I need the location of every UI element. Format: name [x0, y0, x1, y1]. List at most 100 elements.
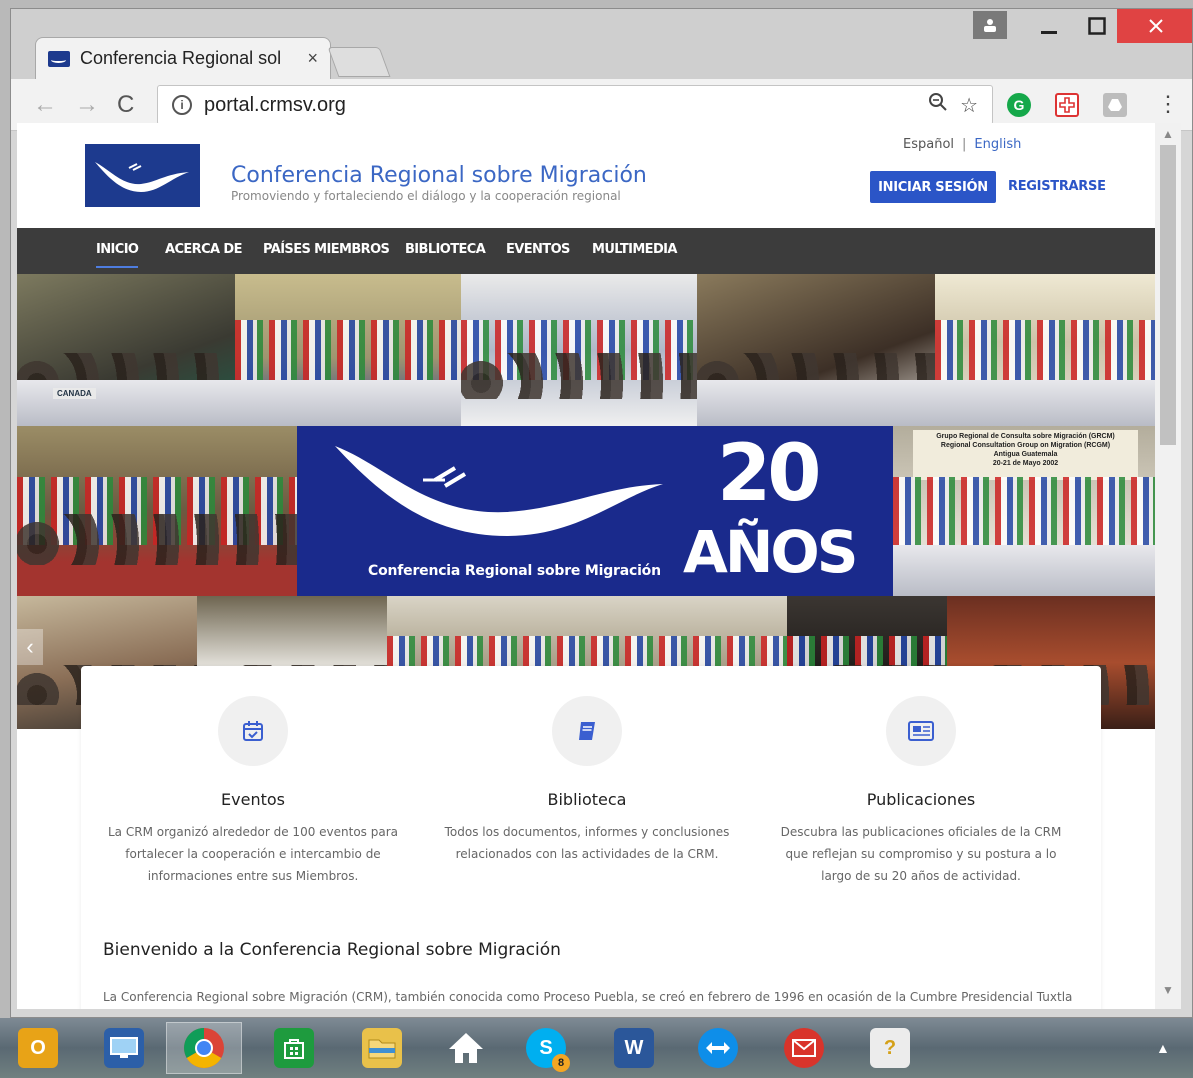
nav-item-acerca-de[interactable]: ACERCA DE: [165, 242, 243, 257]
maximize-button[interactable]: [1075, 9, 1119, 43]
canada-name-plate: CANADA: [53, 388, 96, 399]
feature-description: La CRM organizó alrededor de 100 eventos…: [108, 825, 398, 883]
language-switcher: Español | English: [903, 137, 1021, 152]
zoom-icon[interactable]: [928, 92, 948, 118]
scroll-thumb[interactable]: [1160, 145, 1176, 445]
browser-menu-icon[interactable]: ⋮: [1157, 91, 1179, 117]
feature-title[interactable]: Eventos: [93, 790, 413, 809]
browser-tab[interactable]: Conferencia Regional sol ×: [35, 37, 331, 79]
feature-description: Descubra las publicaciones oficiales de …: [780, 825, 1062, 883]
teamviewer-icon: [698, 1028, 738, 1068]
site-info-icon[interactable]: i: [172, 95, 192, 115]
reload-icon[interactable]: C: [117, 91, 134, 119]
folder-glyph-icon: [368, 1039, 396, 1059]
photo-table: [17, 380, 235, 426]
feature-title[interactable]: Publicaciones: [761, 790, 1081, 809]
photo-flags: [935, 319, 1165, 381]
maximize-icon: [1088, 17, 1106, 35]
content-card: Eventos La CRM organizó alrededor de 100…: [81, 666, 1101, 1009]
taskbar-help[interactable]: ?: [852, 1022, 928, 1074]
language-spanish-link[interactable]: Español: [903, 137, 954, 152]
meeting-photo: CANADA: [17, 274, 235, 426]
nav-item-inicio[interactable]: INICIO: [96, 242, 139, 268]
feature-icon-circle[interactable]: [218, 696, 288, 766]
user-profile-icon[interactable]: [973, 11, 1007, 39]
outlook-icon: O: [18, 1028, 58, 1068]
crm-swoosh-logo-icon: [95, 162, 189, 192]
grammarly-extension-icon[interactable]: G: [1007, 93, 1031, 117]
feature-icon-circle[interactable]: [552, 696, 622, 766]
book-icon: [579, 722, 595, 740]
site-title[interactable]: Conferencia Regional sobre Migración: [231, 163, 647, 188]
nav-item-biblioteca[interactable]: BIBLIOTECA: [405, 242, 486, 257]
nav-item-multimedia[interactable]: MULTIMEDIA: [592, 242, 677, 257]
scroll-up-arrow-icon[interactable]: ▲: [1162, 127, 1174, 141]
photo-people: [17, 514, 297, 566]
sign-line: Grupo Regional de Consulta sobre Migraci…: [936, 433, 1115, 440]
address-bar[interactable]: i portal.crmsv.org ☆: [157, 85, 993, 125]
close-window-button[interactable]: [1117, 9, 1192, 43]
photo-table: [935, 380, 1165, 426]
login-button[interactable]: INICIAR SESIÓN: [870, 171, 996, 203]
minimize-icon: [1041, 31, 1057, 34]
home-icon: [449, 1033, 483, 1063]
puzzle-extension-icon[interactable]: [1055, 93, 1079, 117]
crm-logo[interactable]: [85, 144, 200, 207]
language-english-link[interactable]: English: [974, 137, 1021, 152]
hero-slider[interactable]: CANADA Grupo Regional de Consulta sobre …: [17, 274, 1165, 729]
taskbar-word[interactable]: W: [596, 1022, 672, 1074]
taskbar-mail[interactable]: [766, 1022, 842, 1074]
help-icon: ?: [870, 1028, 910, 1068]
tab-close-icon[interactable]: ×: [307, 48, 318, 69]
word-icon: W: [614, 1028, 654, 1068]
tray-expand-arrow-icon[interactable]: ▲: [1156, 1040, 1170, 1056]
minimize-button[interactable]: [1027, 9, 1071, 43]
welcome-paragraph: La Conferencia Regional sobre Migración …: [103, 990, 1073, 1004]
feature-description: Todos los documentos, informes y conclus…: [444, 825, 730, 861]
back-arrow-icon[interactable]: ←: [33, 91, 57, 119]
photo-table: [235, 380, 461, 426]
taskbar-store[interactable]: [256, 1022, 332, 1074]
drive-extension-icon[interactable]: [1103, 93, 1127, 117]
forward-arrow-icon[interactable]: →: [75, 91, 99, 119]
site-header: Conferencia Regional sobre Migración Pro…: [17, 123, 1165, 228]
sign-line: Regional Consultation Group on Migration…: [940, 442, 1111, 449]
flags-photo: [235, 274, 461, 426]
taskbar-file-explorer[interactable]: [344, 1022, 420, 1074]
cross-shape-icon: [1059, 97, 1075, 113]
taskbar-home[interactable]: [428, 1022, 504, 1074]
page-viewport: Conferencia Regional sobre Migración Pro…: [17, 123, 1165, 1009]
taskbar-remote-desktop[interactable]: [86, 1022, 162, 1074]
url-text[interactable]: portal.crmsv.org: [204, 94, 916, 117]
taskbar-skype[interactable]: S 8: [508, 1022, 584, 1074]
store-bag-icon: [284, 1039, 304, 1059]
scroll-down-arrow-icon[interactable]: ▼: [1162, 983, 1174, 997]
taskbar-outlook[interactable]: O: [0, 1022, 76, 1074]
banner-word: AÑOS: [683, 518, 859, 586]
feature-title[interactable]: Biblioteca: [427, 790, 747, 809]
feature-publicaciones: Publicaciones Descubra las publicaciones…: [761, 696, 1081, 887]
nav-item-eventos[interactable]: EVENTOS: [506, 242, 570, 257]
main-navigation: INICIO ACERCA DE PAÍSES MIEMBROS BIBLIOT…: [17, 228, 1165, 274]
register-link[interactable]: REGISTRARSE: [1008, 179, 1106, 194]
banner-swoosh-logo-icon: [335, 446, 663, 536]
taskbar-teamviewer[interactable]: [680, 1022, 756, 1074]
nav-item-paises-miembros[interactable]: PAÍSES MIEMBROS: [263, 242, 390, 257]
flags-delegates-photo: [461, 274, 697, 426]
title-bar: Conferencia Regional sol ×: [11, 9, 1192, 79]
feature-icon-circle[interactable]: [886, 696, 956, 766]
grcm-meeting-photo: Grupo Regional de Consulta sobre Migraci…: [893, 426, 1165, 596]
feature-eventos: Eventos La CRM organizó alrededor de 100…: [93, 696, 413, 887]
close-icon: [1148, 19, 1163, 33]
page-scrollbar[interactable]: ▲ ▼: [1155, 123, 1181, 1009]
drive-triangle-icon: [1108, 99, 1122, 111]
slider-prev-arrow-icon[interactable]: ‹: [17, 629, 43, 665]
bookmark-star-icon[interactable]: ☆: [960, 93, 978, 118]
site-subtitle: Promoviendo y fortaleciendo el diálogo y…: [231, 189, 621, 203]
photo-table: [893, 545, 1165, 596]
mail-icon: [784, 1028, 824, 1068]
double-arrow-icon: [706, 1042, 730, 1054]
new-tab-button[interactable]: [327, 47, 391, 77]
language-separator: |: [962, 137, 967, 152]
taskbar-chrome[interactable]: [166, 1022, 242, 1074]
